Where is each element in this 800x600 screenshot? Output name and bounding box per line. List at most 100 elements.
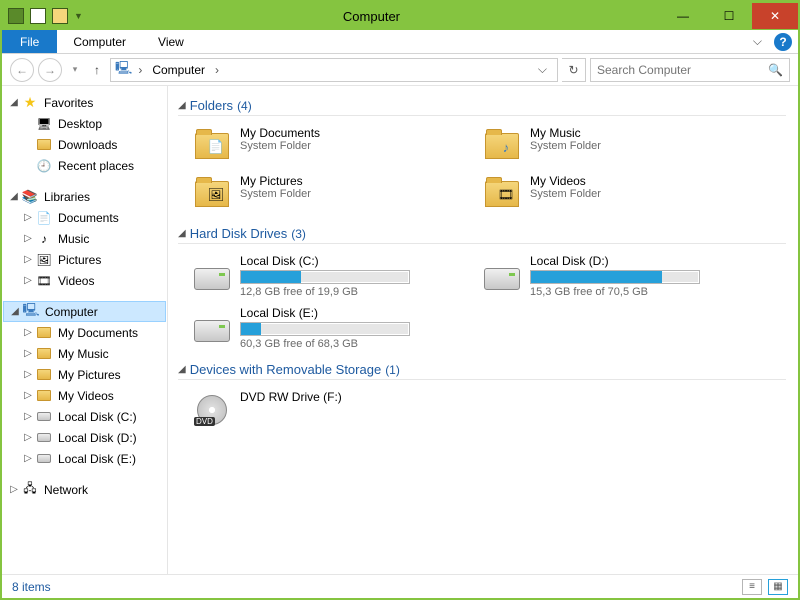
tree-myvideos[interactable]: ▷My Videos bbox=[2, 385, 167, 406]
expand-icon[interactable]: ▷ bbox=[22, 348, 34, 359]
network-icon: 🖧 bbox=[22, 482, 38, 498]
collapse-icon[interactable]: ◢ bbox=[8, 191, 20, 202]
expand-icon[interactable]: ▷ bbox=[22, 254, 34, 265]
ribbon-tab-view[interactable]: View bbox=[142, 30, 200, 53]
up-button[interactable]: ↑ bbox=[88, 61, 106, 79]
tile-myvideos[interactable]: 🎞 My VideosSystem Folder bbox=[480, 172, 750, 216]
tile-mydocuments[interactable]: 📄 My DocumentsSystem Folder bbox=[190, 124, 460, 168]
tree-network[interactable]: ▷ 🖧 Network bbox=[2, 479, 167, 500]
breadcrumb-separator-icon[interactable] bbox=[136, 63, 144, 77]
help-icon[interactable]: ? bbox=[774, 33, 792, 51]
tile-mypictures[interactable]: 🖼 My PicturesSystem Folder bbox=[190, 172, 460, 216]
drive-icon bbox=[192, 306, 232, 346]
expand-icon[interactable]: ▷ bbox=[22, 233, 34, 244]
tree-computer[interactable]: ◢ 🖳 Computer bbox=[3, 301, 166, 322]
collapse-icon[interactable]: ◢ bbox=[8, 97, 20, 108]
quick-access-toolbar: ▼ bbox=[8, 8, 83, 24]
tree-mymusic[interactable]: ▷My Music bbox=[2, 343, 167, 364]
tile-dvd[interactable]: DVD DVD RW Drive (F:) bbox=[190, 388, 460, 432]
titlebar[interactable]: ▼ Computer — ☐ ✕ bbox=[2, 2, 798, 30]
search-input[interactable] bbox=[597, 63, 757, 77]
file-menu[interactable]: File bbox=[2, 30, 57, 53]
collapse-icon[interactable]: ◢ bbox=[178, 100, 186, 111]
ribbon-expand-icon[interactable]: ⌵ bbox=[745, 30, 770, 53]
expand-icon[interactable]: ▷ bbox=[22, 212, 34, 223]
tree-favorites[interactable]: ◢ ★ Favorites bbox=[2, 92, 167, 113]
body: ◢ ★ Favorites ▸🖥Desktop ▸Downloads ▸🕘Rec… bbox=[2, 86, 798, 574]
qat-properties-icon[interactable] bbox=[30, 8, 46, 24]
tile-drive-d[interactable]: Local Disk (D:) 15,3 GB free of 70,5 GB bbox=[480, 252, 750, 300]
search-box[interactable]: 🔍 bbox=[590, 58, 790, 82]
tree-drive-c[interactable]: ▷Local Disk (C:) bbox=[2, 406, 167, 427]
collapse-icon[interactable]: ◢ bbox=[9, 306, 21, 317]
tree-drive-d[interactable]: ▷Local Disk (D:) bbox=[2, 427, 167, 448]
tree-recent[interactable]: ▸🕘Recent places bbox=[2, 155, 167, 176]
qat-dropdown-icon[interactable]: ▼ bbox=[74, 11, 83, 21]
breadcrumb-separator-icon[interactable] bbox=[213, 63, 221, 77]
favorites-icon: ★ bbox=[22, 95, 38, 111]
expand-icon[interactable]: ▷ bbox=[22, 411, 34, 422]
qat-icon[interactable] bbox=[8, 8, 24, 24]
expand-icon[interactable]: ▷ bbox=[22, 432, 34, 443]
tree-mypictures[interactable]: ▷My Pictures bbox=[2, 364, 167, 385]
refresh-button[interactable]: ↻ bbox=[562, 58, 586, 82]
address-dropdown-icon[interactable]: ⌵ bbox=[532, 62, 553, 77]
tree-pictures[interactable]: ▷🖼Pictures bbox=[2, 249, 167, 270]
space-bar bbox=[240, 270, 410, 284]
expand-icon[interactable]: ▷ bbox=[22, 390, 34, 401]
history-dropdown-icon[interactable]: ▾ bbox=[66, 58, 84, 82]
nav-pane: ◢ ★ Favorites ▸🖥Desktop ▸Downloads ▸🕘Rec… bbox=[2, 86, 168, 574]
drives-tiles: Local Disk (C:) 12,8 GB free of 19,9 GB … bbox=[190, 252, 786, 352]
tiles-view-button[interactable]: ▦ bbox=[768, 579, 788, 595]
tile-mymusic[interactable]: ♪ My MusicSystem Folder bbox=[480, 124, 750, 168]
tile-drive-e[interactable]: Local Disk (E:) 60,3 GB free of 68,3 GB bbox=[190, 304, 460, 352]
folder-docs-icon: 📄 bbox=[192, 126, 232, 166]
item-count: 8 items bbox=[12, 580, 51, 594]
group-header-drives[interactable]: ◢ Hard Disk Drives (3) bbox=[178, 226, 786, 244]
group-header-removable[interactable]: ◢ Devices with Removable Storage (1) bbox=[178, 362, 786, 380]
tree-drive-e[interactable]: ▷Local Disk (E:) bbox=[2, 448, 167, 469]
ribbon-tab-computer[interactable]: Computer bbox=[57, 30, 142, 53]
collapse-icon[interactable]: ◢ bbox=[178, 228, 186, 239]
libraries-icon: 📚 bbox=[22, 189, 38, 205]
expand-icon[interactable]: ▷ bbox=[22, 369, 34, 380]
address-bar[interactable]: 🖳 Computer ⌵ bbox=[110, 58, 558, 82]
expand-icon[interactable]: ▷ bbox=[22, 327, 34, 338]
tree-documents[interactable]: ▷📄Documents bbox=[2, 207, 167, 228]
close-button[interactable]: ✕ bbox=[752, 3, 798, 29]
tree-libraries[interactable]: ◢ 📚 Libraries bbox=[2, 186, 167, 207]
explorer-window: ▼ Computer — ☐ ✕ File Computer View ⌵ ? … bbox=[0, 0, 800, 600]
group-header-folders[interactable]: ◢ Folders (4) bbox=[178, 98, 786, 116]
maximize-button[interactable]: ☐ bbox=[706, 3, 752, 29]
breadcrumb-root[interactable]: Computer bbox=[148, 63, 209, 77]
music-icon: ♪ bbox=[36, 231, 52, 247]
tree-downloads[interactable]: ▸Downloads bbox=[2, 134, 167, 155]
dvd-icon: DVD bbox=[192, 390, 232, 430]
details-view-button[interactable]: ≡ bbox=[742, 579, 762, 595]
search-icon: 🔍 bbox=[768, 63, 783, 77]
tree-music[interactable]: ▷♪Music bbox=[2, 228, 167, 249]
tree-mydocuments[interactable]: ▷My Documents bbox=[2, 322, 167, 343]
minimize-button[interactable]: — bbox=[660, 3, 706, 29]
back-button[interactable]: ← bbox=[10, 58, 34, 82]
drive-icon bbox=[36, 430, 52, 446]
tile-drive-c[interactable]: Local Disk (C:) 12,8 GB free of 19,9 GB bbox=[190, 252, 460, 300]
space-bar bbox=[530, 270, 700, 284]
expand-icon[interactable]: ▷ bbox=[8, 484, 20, 495]
collapse-icon[interactable]: ◢ bbox=[178, 364, 186, 375]
computer-icon: 🖳 bbox=[115, 59, 132, 81]
forward-button[interactable]: → bbox=[38, 58, 62, 82]
folder-icon bbox=[36, 367, 52, 383]
drive-icon bbox=[36, 409, 52, 425]
tree-desktop[interactable]: ▸🖥Desktop bbox=[2, 113, 167, 134]
drive-icon bbox=[192, 254, 232, 294]
computer-icon: 🖳 bbox=[23, 304, 39, 320]
recent-icon: 🕘 bbox=[36, 158, 52, 174]
folder-videos-icon: 🎞 bbox=[482, 174, 522, 214]
window-title: Computer bbox=[83, 9, 660, 24]
expand-icon[interactable]: ▷ bbox=[22, 453, 34, 464]
tree-videos[interactable]: ▷🎞Videos bbox=[2, 270, 167, 291]
ribbon: File Computer View ⌵ ? bbox=[2, 30, 798, 54]
expand-icon[interactable]: ▷ bbox=[22, 275, 34, 286]
qat-newfolder-icon[interactable] bbox=[52, 8, 68, 24]
